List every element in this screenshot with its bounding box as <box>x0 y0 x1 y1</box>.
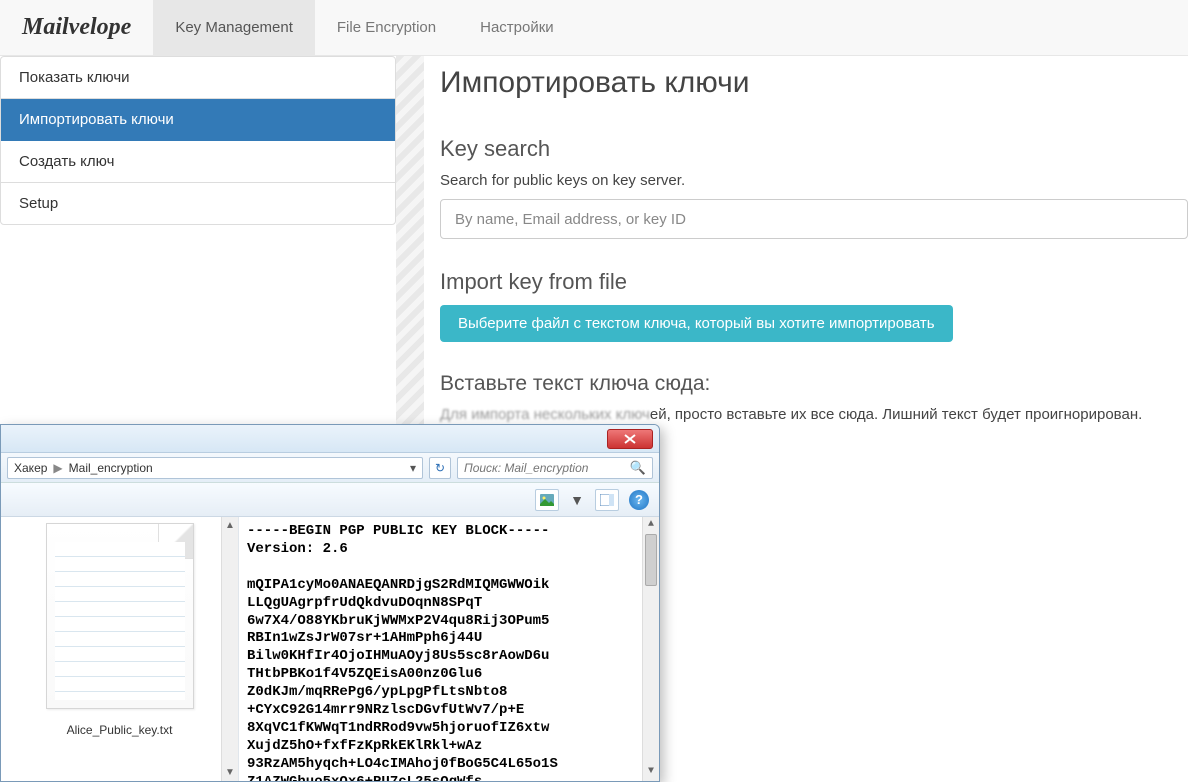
brand-logo: Mailvelope <box>0 0 153 55</box>
sidebar: Показать ключи Импортировать ключи Созда… <box>0 56 396 453</box>
content-gutter <box>396 56 424 453</box>
file-item[interactable] <box>46 523 194 709</box>
import-file-heading: Import key from file <box>440 269 1188 295</box>
preview-pane-button[interactable] <box>595 489 619 511</box>
sidebar-item-show-keys[interactable]: Показать ключи <box>1 57 395 99</box>
scroll-down-icon[interactable]: ▼ <box>222 764 238 781</box>
file-explorer-window: Хакер ▶ Mail_encryption ▾ ↻ 🔍 ▼ ? Ali <box>0 424 660 782</box>
section-import-file: Import key from file Выберите файл с тек… <box>440 269 1188 342</box>
refresh-button[interactable]: ↻ <box>429 457 451 479</box>
picture-icon <box>540 494 554 506</box>
window-close-button[interactable] <box>607 429 653 449</box>
main-content: Импортировать ключи Key search Search fo… <box>424 56 1188 453</box>
explorer-search[interactable]: 🔍 <box>457 457 653 479</box>
preview-scrollbar[interactable]: ▲ ▼ <box>642 517 659 781</box>
explorer-search-input[interactable] <box>464 461 630 475</box>
sidebar-item-create-key[interactable]: Создать ключ <box>1 141 395 183</box>
preview-text: -----BEGIN PGP PUBLIC KEY BLOCK----- Ver… <box>247 523 558 781</box>
sidebar-item-import-keys[interactable]: Импортировать ключи <box>1 99 395 141</box>
path-segment[interactable]: Mail_encryption <box>69 461 153 475</box>
refresh-icon: ↻ <box>435 461 445 475</box>
scrollbar-thumb[interactable] <box>645 534 657 586</box>
help-icon: ? <box>635 492 643 507</box>
nav-file-encryption[interactable]: File Encryption <box>315 0 458 55</box>
page-title: Импортировать ключи <box>440 66 1188 100</box>
text-file-icon <box>55 542 185 700</box>
file-list-scrollbar[interactable]: ▲ ▼ <box>221 517 238 781</box>
nav-settings[interactable]: Настройки <box>458 0 576 55</box>
explorer-titlebar[interactable] <box>1 425 659 453</box>
choose-key-file-button[interactable]: Выберите файл с текстом ключа, который в… <box>440 305 953 342</box>
explorer-preview-pane[interactable]: -----BEGIN PGP PUBLIC KEY BLOCK----- Ver… <box>239 517 659 781</box>
explorer-toolbar: ▼ ? <box>1 483 659 517</box>
top-navbar: Mailvelope Key Management File Encryptio… <box>0 0 1188 56</box>
section-paste-key: Вставьте текст ключа сюда: Для импорта н… <box>440 372 1188 423</box>
view-dropdown[interactable]: ▼ <box>569 489 585 511</box>
explorer-path[interactable]: Хакер ▶ Mail_encryption ▾ <box>7 457 423 479</box>
preview-pane-icon <box>600 494 614 506</box>
scroll-down-icon[interactable]: ▼ <box>643 764 659 781</box>
file-name-label: Alice_Public_key.txt <box>67 723 173 737</box>
paste-key-hint: Для импорта нескольких ключей, просто вс… <box>440 406 1188 423</box>
key-search-help: Search for public keys on key server. <box>440 172 1188 189</box>
path-segment[interactable]: Хакер <box>14 461 47 475</box>
key-search-input[interactable] <box>440 199 1188 239</box>
help-button[interactable]: ? <box>629 490 649 510</box>
chevron-down-icon[interactable]: ▾ <box>410 461 416 475</box>
view-thumbnails-button[interactable] <box>535 489 559 511</box>
search-icon: 🔍 <box>630 460 646 476</box>
explorer-file-list[interactable]: Alice_Public_key.txt ▲ ▼ <box>1 517 239 781</box>
scroll-up-icon[interactable]: ▲ <box>222 517 238 534</box>
chevron-right-icon: ▶ <box>53 461 62 475</box>
scroll-up-icon[interactable]: ▲ <box>643 517 659 534</box>
key-search-heading: Key search <box>440 136 1188 162</box>
explorer-address-bar: Хакер ▶ Mail_encryption ▾ ↻ 🔍 <box>1 453 659 483</box>
section-key-search: Key search Search for public keys on key… <box>440 136 1188 239</box>
sidebar-item-setup[interactable]: Setup <box>1 183 395 224</box>
paste-key-heading: Вставьте текст ключа сюда: <box>440 372 1188 396</box>
close-icon <box>624 434 636 444</box>
nav-key-management[interactable]: Key Management <box>153 0 315 55</box>
